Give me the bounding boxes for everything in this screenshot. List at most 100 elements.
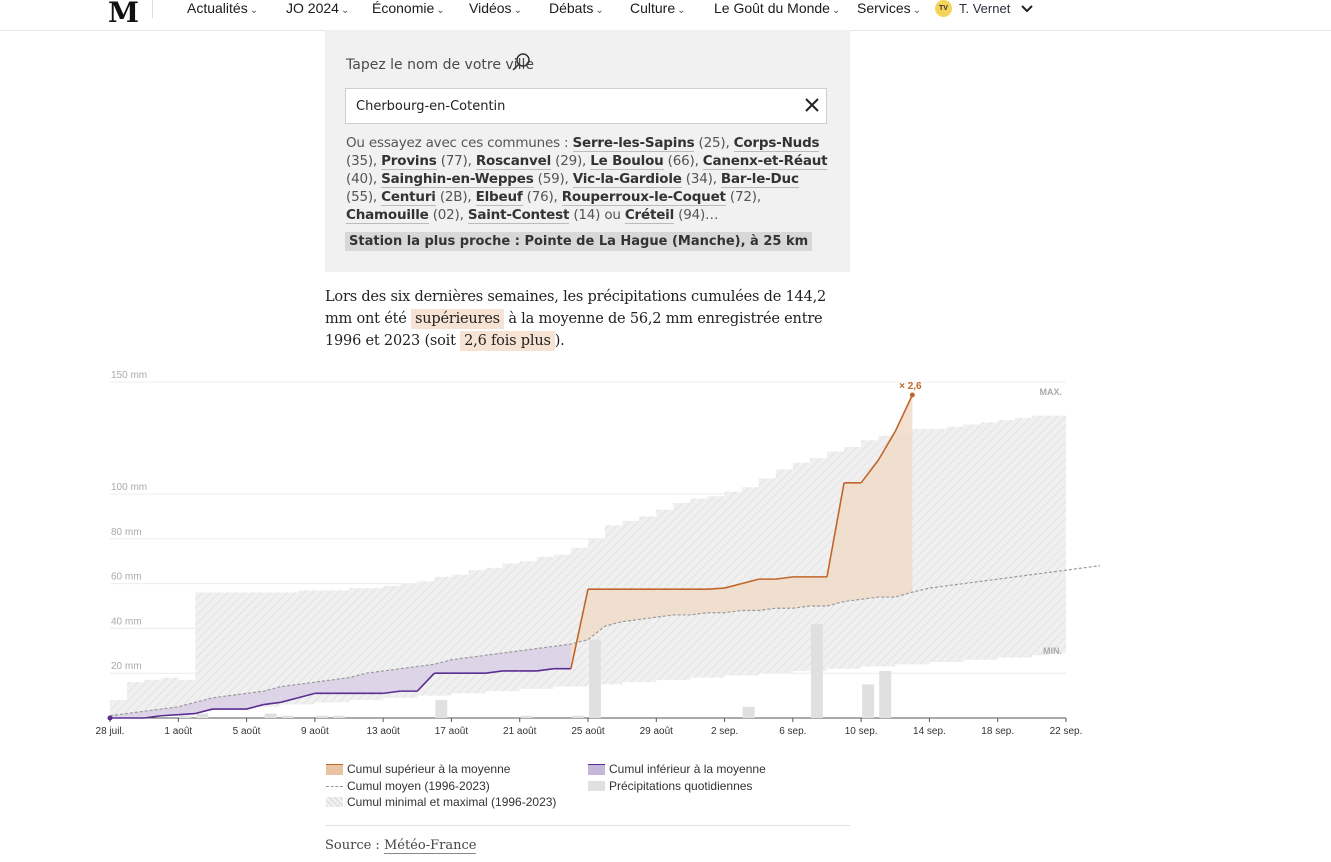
department-code: (94)…: [674, 207, 719, 223]
user-menu[interactable]: TV T. Vernet: [935, 0, 1034, 17]
below-mean-fill: [468, 655, 486, 674]
department-code: (59),: [533, 171, 573, 187]
site-logo[interactable]: M: [108, 0, 139, 29]
x-tick-label: 6 sep.: [779, 726, 806, 737]
below-mean-fill: [485, 653, 503, 674]
ratio-label: × 2,6: [899, 381, 922, 392]
nav-item-jo-2024[interactable]: JO 2024 ⌄: [286, 0, 349, 16]
below-mean-fill: [553, 644, 571, 669]
below-mean-fill: [229, 693, 247, 710]
below-mean-fill: [502, 650, 520, 671]
suggested-city-link[interactable]: Centuri: [381, 189, 436, 206]
above-mean-fill: [792, 576, 810, 609]
summary-text: ).: [554, 333, 565, 349]
suggested-city-link[interactable]: Chamouille: [346, 207, 429, 224]
suggested-city-link[interactable]: Le Boulou: [590, 153, 664, 170]
suggested-city-link[interactable]: Roscanvel: [475, 153, 551, 170]
suggested-city-link[interactable]: Corps-Nuds: [733, 135, 820, 152]
nav-item-actualites[interactable]: Actualités ⌄: [187, 0, 258, 16]
above-mean-fill: [861, 460, 879, 600]
department-code: (02),: [428, 207, 468, 223]
legend-swatch: [326, 785, 343, 787]
above-mean-fill: [809, 576, 827, 606]
x-tick-label: 13 août: [366, 726, 400, 737]
legend-label: Cumul minimal et maximal (1996-2023): [347, 795, 557, 809]
highlight-ratio: 2,6 fois plus: [460, 331, 555, 351]
suggested-city-link[interactable]: Provins: [381, 153, 437, 170]
highlight-comparison: supérieures: [411, 309, 504, 329]
nav-item-videos[interactable]: Vidéos ⌄: [469, 0, 522, 16]
y-tick-label: 40 mm: [111, 616, 142, 627]
nav-item-culture[interactable]: Culture ⌄: [630, 0, 686, 16]
legend-label: Cumul inférieur à la moyenne: [609, 762, 766, 776]
nav-item-gout-du-monde[interactable]: Le Goût du Monde ⌄: [714, 0, 840, 16]
end-point: [909, 392, 915, 398]
y-tick-label: 20 mm: [111, 661, 142, 672]
daily-precipitation-bar: [520, 715, 533, 718]
department-code: (34),: [681, 171, 721, 187]
nav-label: Actualités: [187, 0, 248, 16]
x-tick-label: 10 sep.: [845, 726, 878, 737]
above-mean-fill: [605, 589, 623, 627]
suggested-city-link[interactable]: Vic-la-Gardiole: [572, 171, 682, 188]
search-icon: [512, 53, 530, 71]
below-mean-fill: [536, 646, 554, 671]
nav-item-debats[interactable]: Débats ⌄: [549, 0, 604, 16]
department-code: (77),: [436, 153, 476, 169]
nav-label: Services: [857, 0, 911, 16]
nav-label: JO 2024: [286, 0, 339, 16]
cumulative-2024-segment: [707, 587, 725, 590]
legend-label: Cumul supérieur à la moyenne: [347, 762, 511, 776]
suggested-cities: Ou essayez avec ces communes : Serre-les…: [346, 134, 830, 224]
search-label: Tapez le nom de votre ville: [346, 57, 534, 73]
min-label: MIN.: [1043, 646, 1062, 656]
x-tick-label: 14 sep.: [913, 726, 946, 737]
daily-precipitation-bar: [435, 700, 448, 718]
x-tick-label: 1 août: [164, 726, 192, 737]
suggested-city-link[interactable]: Créteil: [624, 207, 674, 224]
cumulative-2024-segment: [161, 713, 179, 717]
x-tick-label: 21 août: [503, 726, 537, 737]
above-mean-fill: [690, 589, 708, 615]
daily-precipitation-bar: [862, 684, 875, 718]
x-tick-label: 5 août: [233, 726, 261, 737]
below-mean-fill: [383, 668, 401, 694]
daily-precipitation-bar: [810, 623, 823, 718]
suggested-city-link[interactable]: Saint-Contest: [467, 207, 569, 224]
cumulative-2024-segment: [178, 712, 196, 716]
below-mean-fill: [366, 670, 384, 694]
suggested-city-link[interactable]: Serre-les-Sapins: [572, 135, 695, 152]
legend-item-minmax: Cumul minimal et maximal (1996-2023): [326, 795, 556, 809]
daily-precipitation-bar: [196, 713, 209, 718]
city-search-input[interactable]: [345, 88, 827, 124]
chevron-down-icon: ⌄: [249, 5, 259, 16]
x-tick-label: 17 août: [435, 726, 469, 737]
nav-item-services[interactable]: Services ⌄: [857, 0, 921, 16]
y-tick-label: 80 mm: [111, 527, 142, 538]
above-mean-fill: [758, 579, 776, 611]
source-link[interactable]: Météo-France: [383, 838, 477, 854]
daily-precipitation-bar: [179, 715, 192, 718]
daily-precipitation-bar: [264, 713, 277, 718]
city-search-panel: Tapez le nom de votre ville Ou essayez a…: [325, 30, 850, 272]
y-tick-label: 150 mm: [111, 370, 147, 381]
suggested-city-link[interactable]: Sainghin-en-Weppes: [381, 171, 534, 188]
nav-item-economie[interactable]: Économie ⌄: [372, 0, 445, 16]
suggested-city-link[interactable]: Canenx-et-Réaut: [702, 153, 828, 170]
above-mean-fill: [844, 482, 862, 602]
daily-precipitation-bar: [742, 706, 755, 718]
top-nav: M Actualités ⌄ JO 2024 ⌄ Économie ⌄ Vidéos ⌄…: [0, 0, 1331, 31]
suggested-city-link[interactable]: Elbeuf: [475, 189, 523, 206]
suggested-city-link[interactable]: Rouperroux-le-Coquet: [561, 189, 726, 206]
close-icon[interactable]: [803, 96, 821, 114]
daily-precipitation-bar: [571, 715, 584, 718]
divider: [325, 825, 850, 826]
department-code: (2B),: [435, 189, 476, 205]
below-mean-fill: [519, 648, 537, 671]
source-prefix: Source :: [325, 838, 384, 853]
suggested-city-link[interactable]: Bar-le-Duc: [720, 171, 799, 188]
legend-label: Cumul moyen (1996-2023): [347, 779, 490, 793]
above-mean-fill: [741, 579, 759, 611]
legend-item-below: Cumul inférieur à la moyenne: [588, 762, 766, 776]
y-tick-label: 60 mm: [111, 572, 142, 583]
